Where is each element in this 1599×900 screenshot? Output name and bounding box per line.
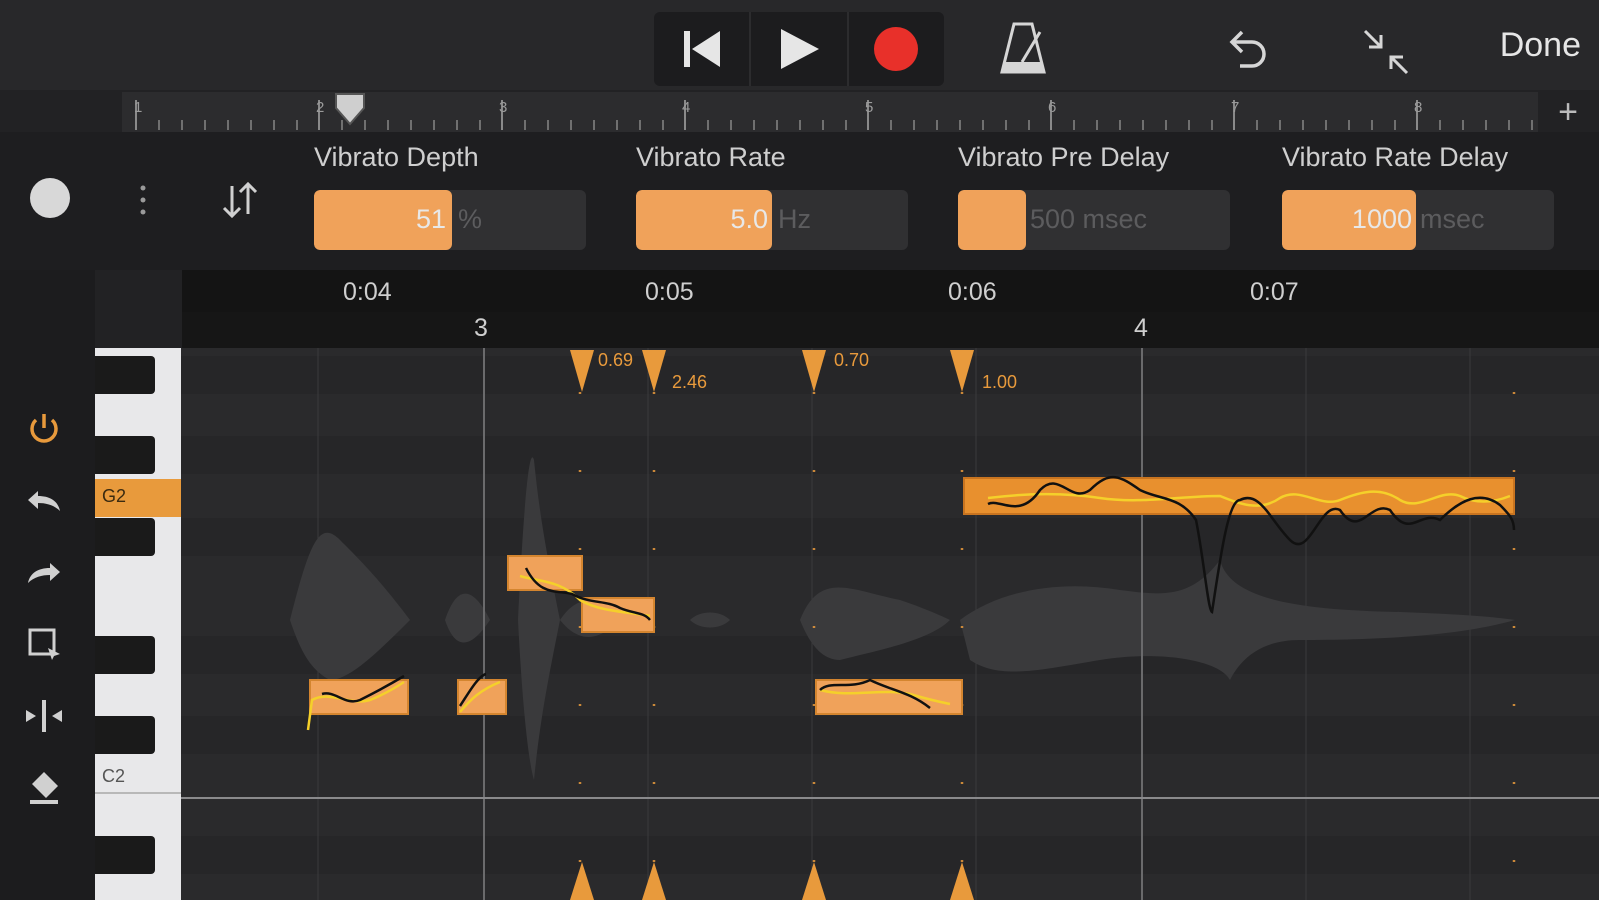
plus-icon: + <box>1558 92 1578 131</box>
piano-keyboard[interactable] <box>95 348 181 900</box>
undo-icon <box>28 491 60 511</box>
vibrato-marker-value: 0.69 <box>598 350 634 370</box>
ruler-bar-label: 5 <box>865 99 873 116</box>
time-label: 0:07 <box>1250 278 1299 306</box>
ruler-bar-label: 8 <box>1414 99 1422 116</box>
play-icon <box>780 29 819 69</box>
ruler-ticks: 1 2 3 4 5 6 7 8 <box>134 93 1533 130</box>
vibrato-rate-slider[interactable]: 5.0 Hz <box>636 190 908 250</box>
ruler-bar-label: 7 <box>1231 99 1239 116</box>
time-label: 0:05 <box>645 278 694 306</box>
vibrato-rate-label: Vibrato Rate <box>636 142 786 172</box>
done-button[interactable]: Done <box>1500 26 1581 65</box>
eraser-tool-button[interactable] <box>22 766 66 810</box>
vibrato-pre-delay-fill <box>958 190 1026 250</box>
power-icon <box>30 414 58 443</box>
sort-arrows-icon <box>222 181 258 219</box>
vibrato-rate-delay-slider[interactable]: 1000 msec <box>1282 190 1554 250</box>
vibrato-marker-value: 0.70 <box>834 350 870 370</box>
undo-icon <box>1229 30 1266 68</box>
transport-controls <box>654 12 944 86</box>
bar-ruler[interactable] <box>182 312 1599 348</box>
metronome-button[interactable] <box>996 22 1050 76</box>
vibrato-rate-delay-unit: msec <box>1420 204 1485 234</box>
octave-divider <box>95 792 181 794</box>
record-icon <box>874 27 919 71</box>
ruler-bar-label: 3 <box>499 99 507 116</box>
time-ruler[interactable] <box>182 270 1599 312</box>
vibrato-rate-value: 5.0 <box>730 204 768 234</box>
select-tool-button[interactable] <box>22 622 66 666</box>
vibrato-pre-delay-slider[interactable]: 500 msec <box>958 190 1230 250</box>
ruler-bar-label: 2 <box>316 99 324 116</box>
vibrato-depth-label: Vibrato Depth <box>314 142 479 172</box>
key-label-g2: G2 <box>102 486 127 506</box>
note-block-selected[interactable] <box>963 477 1515 515</box>
pitch-editor-grid[interactable] <box>181 348 1599 900</box>
play-button[interactable] <box>751 12 849 86</box>
vibrato-depth-value: 51 <box>415 204 446 234</box>
vibrato-depth-unit: % <box>458 204 483 234</box>
split-icon <box>26 700 62 732</box>
ruler-bar-label: 1 <box>134 99 142 116</box>
time-label: 0:06 <box>948 278 997 306</box>
piano-black-key[interactable] <box>95 636 155 674</box>
redo-edit-button[interactable] <box>22 550 66 594</box>
piano-black-key[interactable] <box>95 836 155 874</box>
pitch-editor-canvas <box>181 348 1599 900</box>
undo-edit-button[interactable] <box>22 478 66 522</box>
vibrato-marker-value: 1.00 <box>982 372 1018 392</box>
more-options-button[interactable] <box>138 182 148 218</box>
more-vertical-icon <box>140 185 146 215</box>
vibrato-pre-delay-unit: 500 msec <box>1030 204 1148 234</box>
track-record-enable-button[interactable] <box>30 178 70 218</box>
metronome-icon <box>1000 22 1046 74</box>
note-block[interactable] <box>507 555 583 591</box>
bar-number: 3 <box>474 314 488 342</box>
vibrato-rate-delay-label: Vibrato Rate Delay <box>1282 142 1509 172</box>
add-section-button[interactable]: + <box>1548 92 1588 132</box>
vibrato-rate-delay-value: 1000 <box>1351 204 1412 234</box>
vibrato-marker-value: 2.46 <box>672 372 708 392</box>
piano-black-key[interactable] <box>95 436 155 474</box>
record-button[interactable] <box>849 12 944 86</box>
power-button[interactable] <box>22 406 66 450</box>
vibrato-rate-unit: Hz <box>778 204 811 234</box>
select-icon <box>28 628 60 660</box>
redo-icon <box>28 563 60 583</box>
ruler-bar-label: 4 <box>682 99 690 116</box>
collapse-icon <box>1363 29 1409 75</box>
collapse-button[interactable] <box>1360 26 1412 78</box>
undo-button[interactable] <box>1222 24 1272 74</box>
vibrato-depth-slider[interactable]: 51 % <box>314 190 586 250</box>
time-label: 0:04 <box>343 278 392 306</box>
key-label-c2: C2 <box>102 766 126 786</box>
song-ruler[interactable]: 1 2 3 4 5 6 7 8 <box>122 92 1538 132</box>
piano-black-key[interactable] <box>95 518 155 556</box>
ruler-bar-label: 6 <box>1048 99 1056 116</box>
playhead-handle[interactable] <box>335 93 365 126</box>
skip-to-start-icon <box>683 31 720 67</box>
skip-to-start-button[interactable] <box>654 12 752 86</box>
eraser-icon <box>30 772 58 804</box>
vibrato-pre-delay-label: Vibrato Pre Delay <box>958 142 1170 172</box>
piano-black-key[interactable] <box>95 716 155 754</box>
bar-number: 4 <box>1134 314 1148 342</box>
split-tool-button[interactable] <box>22 694 66 738</box>
sort-button[interactable] <box>220 178 260 222</box>
piano-black-key[interactable] <box>95 356 155 394</box>
